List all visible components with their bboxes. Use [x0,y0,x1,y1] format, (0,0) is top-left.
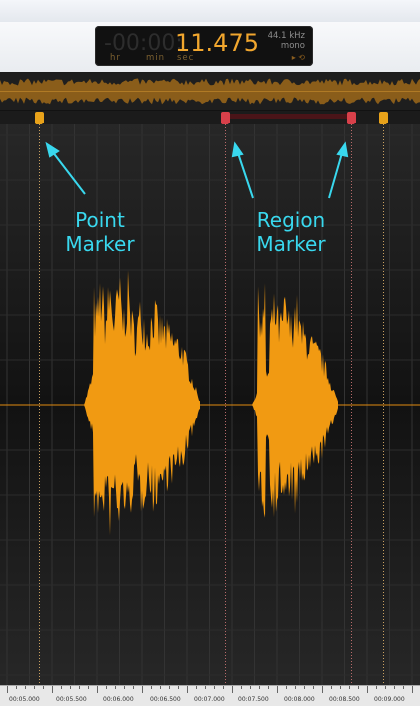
channel-mode-label: mono [280,41,305,51]
point-marker-1[interactable] [35,112,44,126]
region-marker-annotation: Region Marker [242,208,340,256]
ruler-label: 00:08.000 [284,696,315,703]
window-top-bar [0,0,420,23]
ruler-label: 00:08.500 [329,696,360,703]
region-marker-annotation-line2: Marker [256,232,326,256]
point-marker-arrow [51,150,86,195]
overview-waveform-graphic [0,73,420,110]
waveform-overview[interactable] [0,73,420,111]
region-end-arrowhead-icon [336,141,349,158]
region-marker-end[interactable] [347,112,356,126]
ruler-label: 00:06.000 [103,696,134,703]
ruler-label: 00:07.500 [238,696,269,703]
region-marker-annotation-line1: Region [256,208,326,232]
waveform-segment-2 [252,283,338,518]
annotation-arrows [45,141,349,199]
unit-hr: hr [110,53,121,63]
ruler-label: 00:05.500 [56,696,87,703]
ruler-label: 00:05.000 [9,696,40,703]
point-marker-annotation-line2: Marker [65,232,135,256]
time-ruler[interactable]: 00:05.000 00:05.500 00:06.000 00:06.500 … [0,685,420,706]
loop-icon[interactable]: ▸ ⟲ [292,53,305,62]
sample-rate-label: 44.1 kHz [267,31,305,41]
point-marker-annotation: Point Marker [52,208,148,256]
point-marker-2[interactable] [379,112,388,126]
unit-min: min [146,53,166,63]
marker-bar[interactable] [0,111,420,124]
region-start-arrow [237,152,254,199]
region-marker-range [225,114,351,119]
region-marker-start[interactable] [221,112,230,126]
region-start-arrowhead-icon [231,141,244,158]
unit-sec: sec [177,53,195,63]
transport-panel: -00:00: 11.475 hr min sec 44.1 kHz mono … [0,22,420,72]
waveform-editor[interactable]: Point Marker Region Marker [0,124,420,685]
ruler-label: 00:06.500 [150,696,181,703]
time-display: -00:00: 11.475 hr min sec 44.1 kHz mono … [95,26,313,66]
ruler-label: 00:07.000 [194,696,225,703]
ruler-label: 00:09.000 [374,696,405,703]
point-marker-annotation-line1: Point [75,208,125,232]
region-end-arrow [328,152,343,199]
